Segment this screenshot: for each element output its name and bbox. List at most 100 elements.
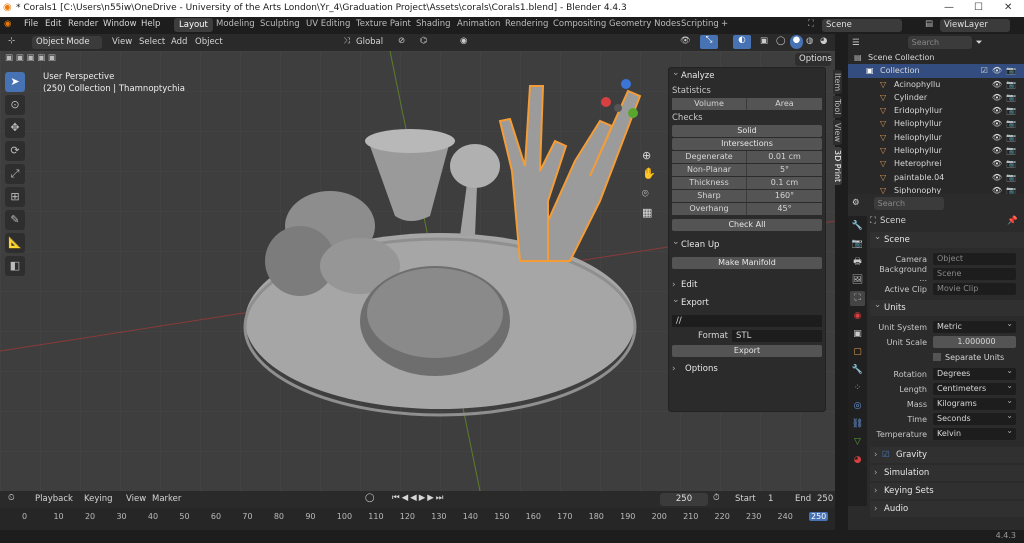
physics-tab-icon[interactable]: ◎: [850, 399, 865, 414]
pivot-icon[interactable]: ⊘: [398, 36, 405, 46]
export-options-header[interactable]: Options: [669, 361, 825, 377]
menu-playback[interactable]: Playback: [35, 494, 73, 504]
perspective-toggle-icon[interactable]: ▦: [642, 206, 652, 219]
unit-scale-input[interactable]: 1.000000: [933, 336, 1016, 348]
timeline-editor-icon[interactable]: ⏲: [8, 493, 15, 503]
collection-visibility-icons[interactable]: ☑👁📷: [981, 64, 1020, 77]
move-tool-icon[interactable]: ✥: [5, 118, 25, 138]
menu-select[interactable]: Select: [139, 37, 165, 47]
separate-units-checkbox[interactable]: [933, 353, 941, 361]
format-dropdown[interactable]: STL: [732, 330, 822, 342]
current-frame-input[interactable]: 250: [660, 493, 708, 506]
mass-dropdown[interactable]: Kilograms: [933, 395, 1016, 410]
analyze-header[interactable]: Analyze: [669, 65, 825, 84]
material-tab-icon[interactable]: ◕: [850, 453, 865, 468]
degenerate-button[interactable]: Degenerate: [672, 151, 747, 163]
view-layer-tab-icon[interactable]: 🖼: [850, 273, 865, 288]
object-visibility-icons[interactable]: 👁📷: [992, 144, 1020, 157]
scale-tool-icon[interactable]: ⤢: [5, 164, 25, 184]
object-visibility-icons[interactable]: 👁📷: [992, 157, 1020, 170]
options-dropdown[interactable]: Options: [795, 53, 832, 66]
pan-hand-icon[interactable]: ✋: [642, 167, 656, 180]
menu-help[interactable]: Help: [141, 19, 160, 29]
outliner-object-row[interactable]: ▽ Cylinder 👁📷: [848, 91, 1024, 104]
intersections-button[interactable]: Intersections: [672, 138, 822, 150]
tab-rendering[interactable]: Rendering: [505, 19, 548, 29]
object-visibility-icons[interactable]: 👁📷: [992, 104, 1020, 117]
menu-view[interactable]: View: [112, 37, 132, 47]
outliner-object-row[interactable]: ▽ paintable.04 👁📷: [848, 171, 1024, 184]
tab-layout[interactable]: Layout: [174, 18, 213, 32]
background-field[interactable]: Scene: [933, 268, 1016, 280]
mode-selector[interactable]: Object Mode: [32, 36, 102, 49]
render-tab-icon[interactable]: 📷: [850, 237, 865, 252]
data-tab-icon[interactable]: ▽: [850, 435, 865, 450]
active-clip-field[interactable]: Movie Clip: [933, 283, 1016, 295]
cleanup-header[interactable]: Clean Up: [669, 234, 825, 253]
length-dropdown[interactable]: Centimeters: [933, 380, 1016, 395]
menu-edit[interactable]: Edit: [45, 19, 61, 29]
viewlayer-selector[interactable]: ViewLayer: [940, 19, 1010, 32]
object-visibility-icons[interactable]: 👁📷: [992, 91, 1020, 104]
unit-system-dropdown[interactable]: Metric: [933, 318, 1016, 333]
check-all-button[interactable]: Check All: [672, 219, 822, 231]
gravity-checkbox[interactable]: ☑: [882, 447, 890, 463]
filter-icon[interactable]: ⏷: [976, 38, 983, 48]
degenerate-value[interactable]: 0.01 cm: [747, 151, 822, 163]
overhang-button[interactable]: Overhang: [672, 203, 747, 215]
collection-tab-icon[interactable]: ▣: [850, 327, 865, 342]
orientation-selector[interactable]: Global: [356, 37, 383, 47]
modifier-tab-icon[interactable]: 🔧: [850, 363, 865, 378]
pin-icon[interactable]: 📌: [1007, 216, 1018, 226]
thickness-value[interactable]: 0.1 cm: [747, 177, 822, 189]
volume-button[interactable]: Volume: [672, 98, 747, 110]
tab-3d-print[interactable]: 3D Print: [833, 146, 842, 185]
tab-sculpting[interactable]: Sculpting: [260, 19, 300, 29]
wireframe-shading-icon[interactable]: ◯: [776, 36, 786, 46]
temperature-dropdown[interactable]: Kelvin: [933, 425, 1016, 440]
object-visibility-icons[interactable]: 👁📷: [992, 117, 1020, 130]
sharp-button[interactable]: Sharp: [672, 190, 747, 202]
overhang-value[interactable]: 45°: [747, 203, 822, 215]
material-shading-icon[interactable]: ◍: [806, 36, 813, 46]
properties-editor-icon[interactable]: ⚙: [852, 198, 860, 208]
simulation-panel-header[interactable]: Simulation: [870, 465, 1024, 481]
outliner-object-row[interactable]: ▽ Heliophyllur 👁📷: [848, 144, 1024, 157]
output-tab-icon[interactable]: 🖶: [850, 255, 865, 270]
auto-keying-icon[interactable]: ◯: [365, 493, 375, 503]
annotate-tool-icon[interactable]: ✎: [5, 210, 25, 230]
object-visibility-icons[interactable]: 👁📷: [992, 131, 1020, 144]
object-visibility-icons[interactable]: 👁📷: [992, 78, 1020, 91]
menu-add[interactable]: Add: [171, 37, 187, 47]
overlay-toggle-icon[interactable]: ◐: [733, 35, 751, 49]
add-workspace-button[interactable]: +: [721, 19, 728, 29]
tab-view[interactable]: View: [833, 119, 842, 145]
select-mode-icons[interactable]: ▣ ▣ ▣ ▣ ▣: [5, 53, 56, 63]
select-tool-icon[interactable]: ➤: [5, 72, 25, 92]
close-icon[interactable]: ✕: [1004, 2, 1012, 13]
menu-render[interactable]: Render: [68, 19, 98, 29]
visibility-icon[interactable]: 👁: [680, 36, 691, 46]
scene-tab-icon[interactable]: ⛶: [850, 291, 865, 306]
time-dropdown[interactable]: Seconds: [933, 410, 1016, 425]
maximize-icon[interactable]: ☐: [974, 2, 983, 13]
timeline-ruler[interactable]: 0 10 20 30 40 50 60 70 80 90 100 110 120 130 140 150 160…: [0, 508, 835, 530]
camera-view-icon[interactable]: ⌾: [642, 187, 649, 201]
edit-header[interactable]: Edit: [669, 277, 825, 293]
units-panel-header[interactable]: Units: [870, 297, 1024, 316]
tab-animation[interactable]: Animation: [457, 19, 500, 29]
non-planar-button[interactable]: Non-Planar: [672, 164, 747, 176]
object-visibility-icons[interactable]: 👁📷: [992, 171, 1020, 184]
sharp-value[interactable]: 160°: [747, 190, 822, 202]
scene-panel-header[interactable]: Scene: [870, 229, 1024, 248]
tab-uv-editing[interactable]: UV Editing: [306, 19, 350, 29]
export-button[interactable]: Export: [672, 345, 822, 357]
object-tab-icon[interactable]: ▢: [850, 345, 865, 360]
outliner-object-row[interactable]: ▽ Heliophyllur 👁📷: [848, 117, 1024, 130]
start-frame-input[interactable]: 1: [768, 494, 773, 504]
tab-texture-paint[interactable]: Texture Paint: [356, 19, 411, 29]
outliner-object-row[interactable]: ▽ Acinophyllu 👁📷: [848, 78, 1024, 91]
tool-tab-icon[interactable]: 🔧: [850, 219, 865, 234]
menu-window[interactable]: Window: [103, 19, 137, 29]
area-button[interactable]: Area: [747, 98, 822, 110]
